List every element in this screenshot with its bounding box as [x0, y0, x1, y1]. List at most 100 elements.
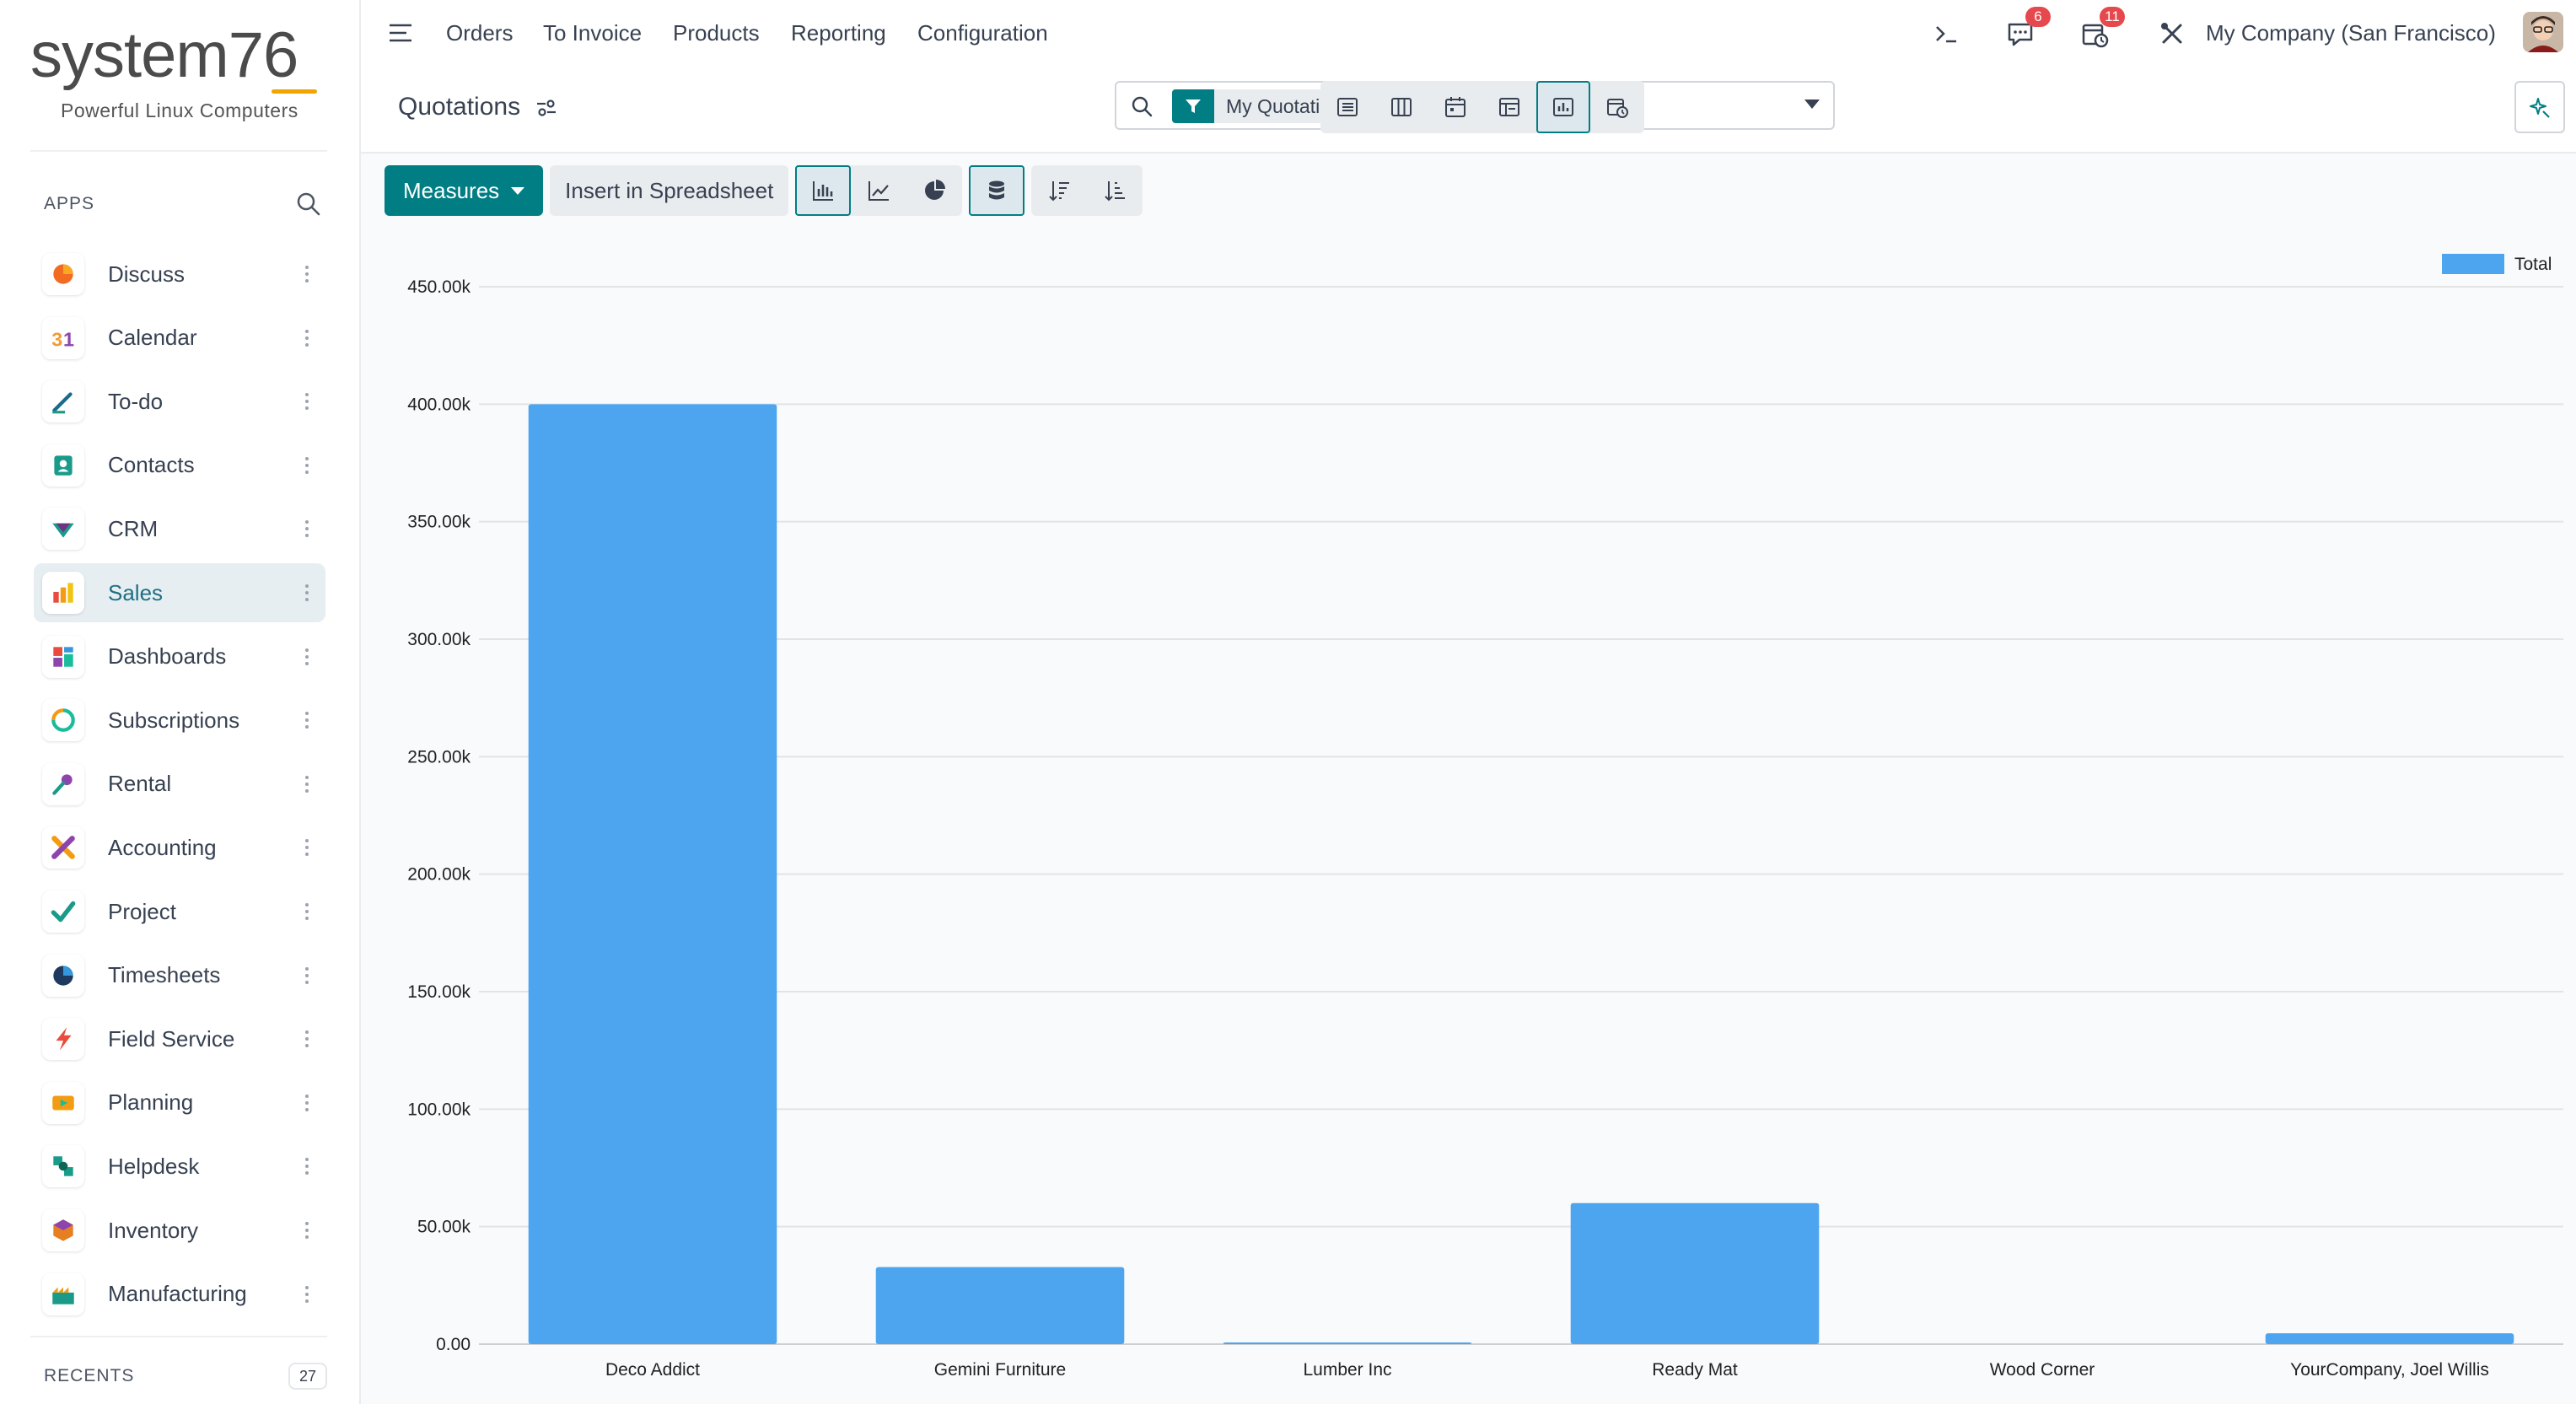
sidebar-item-label: Calendar [108, 325, 197, 351]
sidebar-item-label: Timesheets [108, 962, 221, 988]
sidebar-item-label: Contacts [108, 452, 195, 478]
apps-header: APPS [44, 187, 322, 221]
company-switcher[interactable]: My Company (San Francisco) [2206, 19, 2496, 47]
recents-label: RECENTS [44, 1366, 135, 1385]
kebab-menu-icon[interactable] [300, 1218, 314, 1243]
sidebar-item-label: Field Service [108, 1025, 235, 1052]
sidebar-item-label: Discuss [108, 261, 186, 287]
bar-chart-icon [813, 181, 834, 201]
sidebar-item-field-service[interactable]: Field Service [34, 1009, 325, 1068]
filter-icon [1172, 89, 1214, 123]
sidebar-item-sales[interactable]: Sales [34, 563, 325, 622]
user-avatar[interactable] [2523, 12, 2563, 52]
y-tick-label: 200.00k [407, 865, 471, 885]
measures-label: Measures [403, 177, 500, 203]
sort-descending-button[interactable] [1031, 165, 1087, 216]
terminal-button[interactable] [1926, 13, 1966, 54]
sidebar-item-label: Rental [108, 771, 172, 797]
settings-toggle-icon[interactable] [535, 96, 558, 120]
sidebar-item-discuss[interactable]: Discuss [34, 245, 325, 304]
sidebar-item-dashboards[interactable]: Dashboards [34, 627, 325, 686]
timesheets-icon [42, 954, 84, 997]
messages-button[interactable]: 6 [2000, 7, 2051, 54]
nav-to-invoice[interactable]: To Invoice [543, 19, 642, 47]
rental-icon [42, 762, 84, 805]
search-icon[interactable] [1128, 93, 1155, 120]
sidebar-item-timesheets[interactable]: Timesheets [34, 946, 325, 1005]
y-tick-label: 350.00k [407, 513, 471, 532]
kebab-menu-icon[interactable] [300, 707, 314, 733]
sidebar-item-project[interactable]: Project [34, 882, 325, 941]
kebab-menu-icon[interactable] [300, 516, 314, 541]
sidebar-item-subscriptions[interactable]: Subscriptions [34, 691, 325, 750]
kebab-menu-icon[interactable] [300, 1090, 314, 1116]
bar-chart: 0.00 50.00k 100.00k 150.00k 200.00k 250.00k 30… [407, 254, 2563, 1380]
sort-descending-icon [1049, 181, 1070, 202]
line-chart-button[interactable] [851, 165, 906, 216]
view-switcher [1320, 81, 1644, 133]
kebab-menu-icon[interactable] [300, 963, 314, 988]
activity-view-button[interactable] [1590, 81, 1644, 133]
nav-products[interactable]: Products [673, 19, 760, 47]
activities-button[interactable]: 11 [2074, 7, 2125, 54]
y-tick-label: 50.00k [417, 1218, 471, 1237]
menu-icon[interactable] [386, 19, 415, 47]
app-sidebar: system76 Powerful Linux Computers APPS D… [0, 0, 361, 1404]
kebab-menu-icon[interactable] [300, 261, 314, 287]
page-title: Quotations [398, 93, 521, 121]
recents-header[interactable]: RECENTS 27 [44, 1359, 327, 1393]
debug-tools-button[interactable] [2152, 13, 2192, 54]
y-tick-label: 150.00k [407, 982, 471, 1002]
nav-configuration[interactable]: Configuration [917, 19, 1048, 47]
sidebar-item-label: CRM [108, 515, 159, 541]
nav-reporting[interactable]: Reporting [791, 19, 886, 47]
sidebar-item-label: Subscriptions [108, 707, 240, 733]
bar-chart-button[interactable] [795, 165, 852, 216]
company-logo[interactable]: system76 Powerful Linux Computers [30, 22, 334, 132]
kebab-menu-icon[interactable] [300, 772, 314, 797]
x-tick-label: Wood Corner [1990, 1360, 2095, 1380]
kebab-menu-icon[interactable] [300, 1282, 314, 1307]
field-service-icon [42, 1018, 84, 1061]
stacked-button[interactable] [969, 165, 1025, 216]
kebab-menu-icon[interactable] [300, 1026, 314, 1052]
kebab-menu-icon[interactable] [300, 644, 314, 670]
bar [1223, 1342, 1472, 1344]
sidebar-item-calendar[interactable]: 3 1 Calendar [34, 309, 325, 368]
kebab-menu-icon[interactable] [300, 835, 314, 860]
kebab-menu-icon[interactable] [300, 580, 314, 605]
kebab-menu-icon[interactable] [300, 325, 314, 351]
subscriptions-icon [42, 699, 84, 742]
pivot-view-button[interactable] [1482, 81, 1536, 133]
ai-configure-button[interactable] [2514, 81, 2565, 133]
sidebar-item-label: Helpdesk [108, 1153, 200, 1179]
sidebar-item-accounting[interactable]: Accounting [34, 818, 325, 877]
sidebar-item-contacts[interactable]: Contacts [34, 436, 325, 495]
sidebar-item-crm[interactable]: CRM [34, 499, 325, 558]
kebab-menu-icon[interactable] [300, 1154, 314, 1179]
calendar-view-button[interactable] [1428, 81, 1482, 133]
sidebar-item-to-do[interactable]: To-do [34, 372, 325, 431]
sidebar-item-helpdesk[interactable]: Helpdesk [34, 1137, 325, 1196]
kebab-menu-icon[interactable] [300, 453, 314, 478]
sidebar-item-inventory[interactable]: Inventory [34, 1201, 325, 1260]
sidebar-item-planning[interactable]: Planning [34, 1073, 325, 1132]
recents-count-badge: 27 [288, 1363, 327, 1390]
search-options-toggle[interactable] [1804, 100, 1820, 109]
bar [875, 1267, 1125, 1344]
sidebar-item-rental[interactable]: Rental [34, 755, 325, 814]
inventory-icon [42, 1209, 84, 1251]
pie-chart-button[interactable] [906, 165, 962, 216]
kebab-menu-icon[interactable] [300, 389, 314, 414]
insert-in-spreadsheet-button[interactable]: Insert in Spreadsheet [550, 165, 789, 216]
logo-accent [272, 89, 317, 94]
sidebar-item-manufacturing[interactable]: Manufacturing [34, 1265, 325, 1324]
nav-orders[interactable]: Orders [446, 19, 513, 47]
sort-ascending-button[interactable] [1087, 165, 1143, 216]
graph-view-button[interactable] [1536, 81, 1590, 133]
kanban-view-button[interactable] [1374, 81, 1428, 133]
search-icon[interactable] [295, 191, 322, 218]
list-view-button[interactable] [1320, 81, 1374, 133]
measures-dropdown[interactable]: Measures [385, 165, 544, 216]
kebab-menu-icon[interactable] [300, 899, 314, 924]
